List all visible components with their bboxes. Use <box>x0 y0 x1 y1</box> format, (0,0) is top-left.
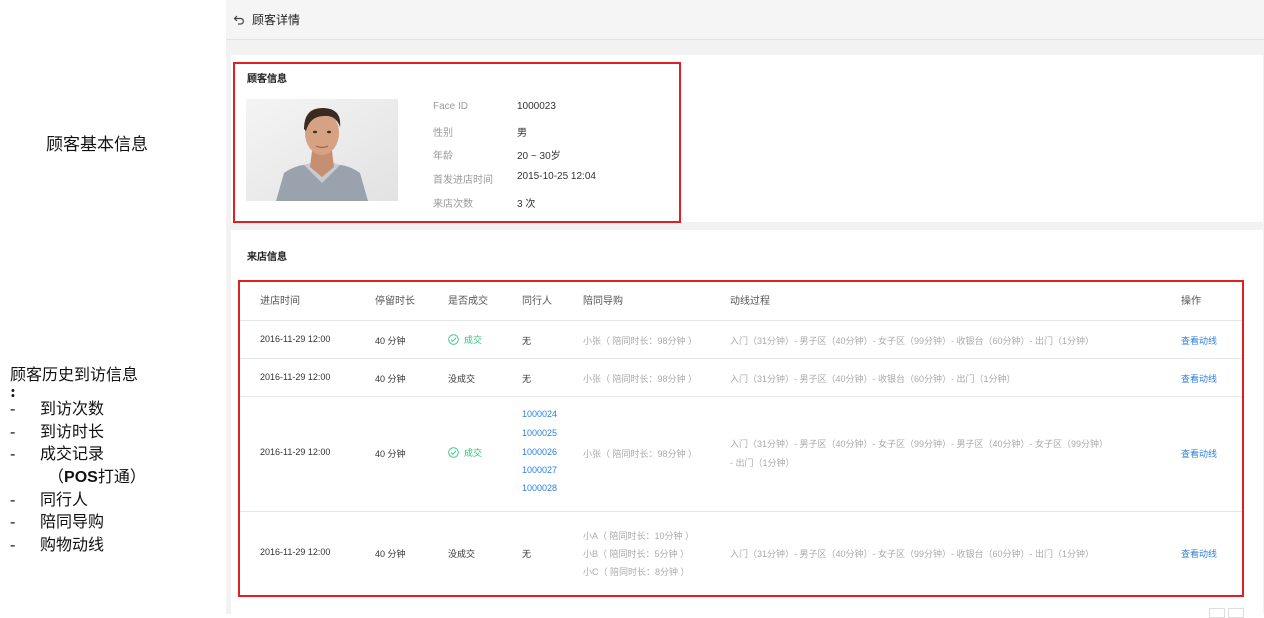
annotation-panel: 顾客基本信息 顾客历史到访信息 : - 到访次数 - 到访时长 - 成交记录 （POS… <box>0 0 226 614</box>
annotation-item: - 同行人 <box>10 489 89 509</box>
pagination-prev-button[interactable] <box>1209 608 1225 618</box>
visit-info-title: 来店信息 <box>247 252 287 263</box>
pagination-next-button[interactable] <box>1228 608 1244 618</box>
annotation-history: 顾客历史到访信息 : - 到访次数 - 到访时长 - 成交记录 （POS打通） - 同行… <box>10 364 146 556</box>
back-arrow-icon[interactable] <box>231 12 247 28</box>
annotation-pos-note: （POS打通） <box>48 466 146 486</box>
highlight-box-customer <box>233 62 681 223</box>
page-title: 顾客详情 <box>252 13 301 27</box>
annotation-item: - 购物动线 <box>10 534 105 554</box>
annotation-history-title: 顾客历史到访信息 <box>10 365 139 384</box>
annotation-item: - 到访次数 <box>10 399 105 418</box>
annotation-item: - 陪同导购 <box>10 512 105 531</box>
annotation-item: - 到访时长 <box>10 421 105 441</box>
highlight-box-visits <box>238 280 1244 597</box>
annotation-item: - 成交记录 <box>10 444 105 463</box>
annotation-basic-info: 顾客基本信息 <box>46 135 148 155</box>
annotation-history-colon: : <box>10 382 16 401</box>
top-bar: 顾客详情 <box>226 0 1264 40</box>
